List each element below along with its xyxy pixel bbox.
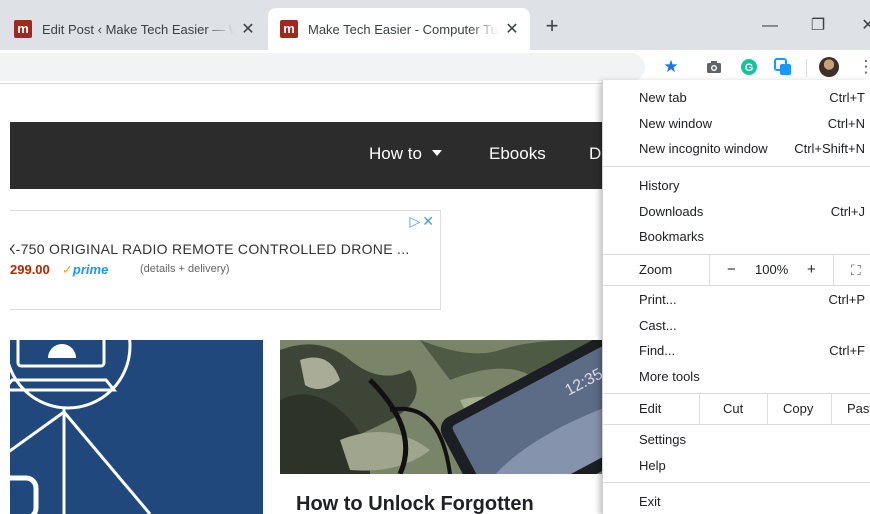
menu-item-label: Settings — [639, 432, 686, 447]
bookmark-star-icon[interactable]: ★ — [660, 56, 682, 78]
camera-icon[interactable] — [703, 56, 725, 78]
menu-item-label: Bookmarks — [639, 229, 705, 244]
menu-separator — [603, 285, 870, 286]
edit-divider — [699, 394, 700, 424]
minimize-button[interactable]: — — [758, 14, 782, 38]
article-thumbnail-computer[interactable] — [10, 340, 263, 514]
site-favicon: m — [14, 20, 32, 38]
nav-label: How to — [369, 144, 422, 163]
nav-how-to[interactable]: How to — [369, 144, 442, 164]
maximize-button[interactable]: ❐ — [806, 14, 830, 38]
profile-avatar[interactable] — [818, 56, 840, 78]
menu-item-new-incognito-window[interactable]: New incognito window Ctrl+Shift+N — [639, 137, 865, 161]
menu-item-shortcut: Ctrl+F — [829, 343, 865, 358]
menu-item-shortcut: Ctrl+N — [827, 116, 865, 131]
menu-separator — [603, 424, 870, 425]
more-menu-icon[interactable]: ⋮ — [855, 56, 870, 78]
prime-label: prime — [72, 262, 109, 277]
ad-details[interactable]: (details + delivery) — [140, 263, 230, 275]
address-bar[interactable] — [0, 53, 645, 81]
nav-ebooks[interactable]: Ebooks — [489, 144, 546, 164]
zoom-label: Zoom — [639, 262, 673, 277]
toolbar-divider — [806, 59, 807, 77]
zoom-out-button[interactable]: − — [727, 255, 736, 285]
zoom-divider — [833, 255, 834, 285]
browser-window: m Edit Post ‹ Make Tech Easier — WordPre… — [0, 0, 870, 514]
menu-item-label: New window — [639, 116, 712, 131]
menu-item-label: Cast... — [639, 318, 677, 333]
cast-extension-icon[interactable] — [772, 56, 794, 78]
cut-button[interactable]: Cut — [723, 394, 743, 424]
zoom-row: Zoom − 100% + ⛶ — [603, 255, 870, 285]
edit-divider — [767, 394, 768, 424]
menu-item-label: New incognito window — [639, 141, 768, 156]
browser-toolbar: ★ G ⋮ — [0, 50, 870, 84]
menu-item-exit[interactable]: Exit — [639, 490, 865, 514]
menu-separator — [603, 166, 870, 167]
tab-edit-post[interactable]: m Edit Post ‹ Make Tech Easier — WordPre… — [2, 8, 266, 50]
menu-item-history[interactable]: History — [639, 174, 865, 198]
prime-check-icon: ✓ — [62, 262, 73, 277]
close-window-button[interactable]: ✕ — [856, 14, 870, 38]
menu-item-shortcut: Ctrl+P — [828, 292, 865, 307]
copy-button[interactable]: Copy — [783, 394, 813, 424]
ad-choices-icon[interactable]: ▷✕ — [410, 213, 437, 230]
ad-title[interactable]: X-750 ORIGINAL RADIO REMOTE CONTROLLED D… — [10, 241, 410, 257]
menu-item-more-tools[interactable]: More tools — [639, 365, 865, 389]
edit-label: Edit — [639, 401, 662, 416]
close-tab-icon[interactable]: ✕ — [240, 19, 256, 39]
menu-item-print[interactable]: Print... Ctrl+P — [639, 288, 865, 312]
menu-item-shortcut: Ctrl+T — [829, 90, 865, 105]
site-favicon: m — [280, 20, 298, 38]
caret-down-icon — [431, 150, 442, 156]
menu-item-label: Find... — [639, 343, 676, 358]
tab-title: Edit Post ‹ Make Tech Easier — WordPress — [42, 21, 234, 37]
grammarly-icon[interactable]: G — [738, 56, 760, 78]
ad-prime-badge: ✓prime — [62, 262, 108, 278]
menu-item-label: Print... — [639, 292, 677, 307]
tab-strip: m Edit Post ‹ Make Tech Easier — WordPre… — [0, 0, 870, 50]
new-tab-button[interactable]: + — [540, 14, 564, 38]
nav-d[interactable]: D — [589, 144, 601, 164]
menu-item-shortcut: Ctrl+Shift+N — [794, 141, 865, 156]
zoom-in-button[interactable]: + — [807, 255, 816, 285]
menu-item-label: History — [639, 178, 680, 193]
menu-item-settings[interactable]: Settings — [639, 428, 865, 452]
avatar — [819, 57, 839, 77]
paste-button[interactable]: Paste — [847, 394, 870, 424]
menu-item-bookmarks[interactable]: Bookmarks — [639, 225, 865, 249]
tab-title: Make Tech Easier - Computer Tutorials — [308, 21, 498, 37]
chrome-main-menu: New tab Ctrl+T New window Ctrl+N New incog… — [602, 80, 870, 514]
ad-price: 299.00 — [10, 262, 50, 277]
menu-item-cast[interactable]: Cast... — [639, 314, 865, 338]
article-title[interactable]: How to Unlock Forgotten — [296, 493, 534, 514]
site-navbar: How to Ebooks D — [10, 122, 610, 189]
edit-row: Edit Cut Copy Paste — [603, 394, 870, 424]
computer-illustration-icon — [10, 340, 152, 514]
zoom-level: 100% — [755, 262, 789, 277]
menu-item-find[interactable]: Find... Ctrl+F — [639, 339, 865, 363]
fullscreen-icon[interactable]: ⛶ — [851, 255, 861, 285]
menu-item-label: Downloads — [639, 204, 704, 219]
tab-make-tech-easier[interactable]: m Make Tech Easier - Computer Tutorials … — [268, 8, 530, 50]
edit-divider — [831, 394, 832, 424]
menu-item-new-tab[interactable]: New tab Ctrl+T — [639, 86, 865, 110]
menu-item-label: New tab — [639, 90, 687, 105]
ad-banner[interactable]: ▷✕ X-750 ORIGINAL RADIO REMOTE CONTROLLE… — [10, 210, 441, 310]
article-thumbnail-phone[interactable]: 12:35 — [280, 340, 610, 474]
menu-item-new-window[interactable]: New window Ctrl+N — [639, 112, 865, 136]
close-tab-icon[interactable]: ✕ — [504, 19, 520, 39]
menu-item-downloads[interactable]: Downloads Ctrl+J — [639, 200, 865, 224]
menu-item-label: More tools — [639, 369, 700, 384]
menu-item-help[interactable]: Help — [639, 454, 865, 478]
menu-item-label: Exit — [639, 494, 661, 509]
svg-text:G: G — [745, 62, 754, 74]
menu-item-label: Help — [639, 458, 666, 473]
phone-photo-icon: 12:35 — [280, 340, 610, 474]
menu-separator — [603, 482, 870, 483]
menu-item-shortcut: Ctrl+J — [830, 204, 865, 219]
zoom-divider — [709, 255, 710, 285]
